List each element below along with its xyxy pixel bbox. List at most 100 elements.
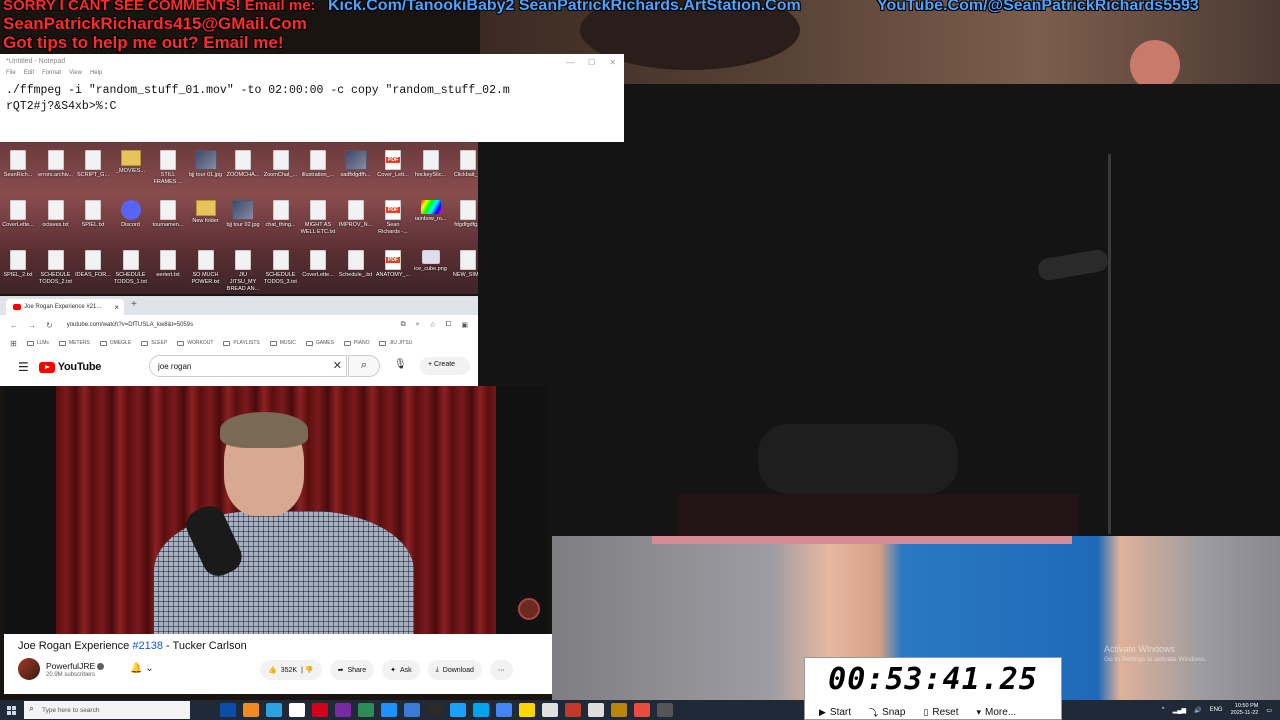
desktop-icon[interactable]: MIGHT AS WELL ETC.txt	[300, 200, 336, 236]
bookmark-folder[interactable]: PIANO	[343, 340, 369, 346]
episode-hashtag[interactable]: #2138	[132, 640, 163, 652]
desktop-icon[interactable]: octaves.txt	[38, 200, 74, 229]
app-icon[interactable]	[404, 703, 420, 717]
profile-icon[interactable]: ▣	[461, 321, 468, 329]
youtube-logo[interactable]: YouTube	[38, 361, 101, 373]
minimize-icon[interactable]: —	[566, 58, 574, 67]
app-icon[interactable]	[565, 703, 581, 717]
taskbar-search-input[interactable]: Type here to search	[24, 701, 190, 719]
desktop-icon[interactable]: ANATOMY_...	[375, 250, 411, 279]
app-icon[interactable]	[473, 703, 489, 717]
desktop-icon[interactable]: errors.archiv...	[38, 150, 74, 179]
new-tab-icon[interactable]: +	[131, 299, 137, 310]
folder-app-icon[interactable]	[611, 703, 627, 717]
desktop-icon[interactable]: ice_cube.png	[413, 250, 449, 273]
record-app-icon[interactable]	[312, 703, 328, 717]
create-button[interactable]: + Create	[420, 357, 470, 375]
terminal-app-icon[interactable]	[220, 703, 236, 717]
menu-format[interactable]: Format	[42, 70, 61, 82]
start-button[interactable]: ▶ Start	[819, 706, 851, 719]
desktop-icon[interactable]: NEW_SIM...	[450, 250, 478, 279]
app-icon[interactable]	[381, 703, 397, 717]
microphone-icon[interactable]: 🎙	[394, 359, 407, 370]
bookmark-folder[interactable]: OMEGLE	[99, 340, 131, 346]
search-button[interactable]: ⌕	[348, 355, 380, 377]
desktop-icon[interactable]: Cover_Lett...	[375, 150, 411, 179]
snap-button[interactable]: ⤵ Snap	[869, 706, 905, 719]
bookmark-star-icon[interactable]: ☆	[429, 321, 435, 329]
tab-youtube[interactable]: Joe Rogan Experience #21... ×	[6, 299, 124, 315]
desktop-icon[interactable]: ZOOMCHA...	[225, 150, 261, 179]
desktop-icon[interactable]: fdgdfgdfg...	[450, 200, 478, 229]
chrome-app-icon[interactable]	[496, 703, 512, 717]
video-player[interactable]	[4, 386, 548, 634]
tray-chevron-icon[interactable]: ^	[1162, 707, 1165, 713]
notepad-window[interactable]: *Untitled - Notepad — ☐ ✕ File Edit Form…	[0, 54, 624, 142]
ask-button[interactable]: ✦ Ask	[382, 660, 420, 680]
bookmark-folder[interactable]: SLEEP	[141, 340, 167, 346]
back-icon[interactable]: ←	[10, 321, 18, 330]
extensions-icon[interactable]: ⧠	[446, 321, 452, 329]
app-icon[interactable]	[519, 703, 535, 717]
notepad-text-line2[interactable]: rQT2#j?&S4xb>%:C	[0, 98, 624, 114]
app-icon[interactable]	[358, 703, 374, 717]
desktop-icon[interactable]: SCHEDULE TODOS_1.txt	[113, 250, 149, 286]
app-icon[interactable]	[427, 703, 443, 717]
notepad-text-line1[interactable]: ./ffmpeg -i "random_stuff_01.mov" -to 02…	[0, 82, 624, 98]
desktop-icon[interactable]: JIU JITSU_MY BREAD AN...	[225, 250, 261, 293]
app-icon[interactable]	[588, 703, 604, 717]
forward-icon[interactable]: →	[28, 321, 36, 330]
desktop-icon[interactable]: IDEAS_FOR...	[75, 250, 111, 279]
maximize-icon[interactable]: ☐	[588, 58, 595, 67]
apps-grid-icon[interactable]: ⊞	[10, 339, 17, 348]
desktop-icon[interactable]: rainbow_ro...	[413, 200, 449, 223]
desktop-icon[interactable]: bjj tour 01.jpg	[188, 150, 224, 179]
desktop-icon[interactable]: sadfsfgdfh...	[338, 150, 374, 179]
desktop-icon[interactable]: SCRIPT_G...	[75, 150, 111, 179]
volume-icon[interactable]: 🔊	[1194, 707, 1201, 714]
bookmark-folder[interactable]: METERS	[58, 340, 90, 346]
desktop-icon[interactable]: SCHEDULE TODOS_3.txt	[263, 250, 299, 286]
install-icon[interactable]: ⧉	[401, 321, 406, 329]
desktop-icon[interactable]: Sean Richards -...	[375, 200, 411, 236]
desktop-icon[interactable]: IMPROV_N...	[338, 200, 374, 229]
download-button[interactable]: ⤓ Download	[427, 660, 482, 680]
menu-help[interactable]: Help	[90, 70, 102, 82]
premiere-app-icon[interactable]	[335, 703, 351, 717]
reload-icon[interactable]: ↻	[46, 321, 53, 330]
menu-edit[interactable]: Edit	[24, 70, 34, 82]
desktop-icon[interactable]: ZoomChat_...	[263, 150, 299, 179]
desktop-icon[interactable]: chat_thing...	[263, 200, 299, 229]
app-icon[interactable]	[657, 703, 673, 717]
desktop-icon[interactable]: SO MUCH POWER.txt	[188, 250, 224, 286]
bookmark-folder[interactable]: JIU JITSU	[379, 340, 412, 346]
search-input[interactable]: joe rogan ✕	[149, 355, 347, 377]
language-indicator[interactable]: ENG	[1210, 707, 1223, 713]
notification-bell-icon[interactable]: 🔔 ⌄	[130, 663, 154, 674]
url-field[interactable]: youtube.com/watch?v=DfTUSLA_kw8&t=5059s	[67, 322, 391, 328]
bookmark-folder[interactable]: MUSIC	[269, 340, 296, 346]
bookmark-folder[interactable]: LLMs	[26, 340, 49, 346]
bookmark-folder[interactable]: PLAYLISTS	[223, 340, 260, 346]
reset-button[interactable]: ▯ Reset	[923, 706, 958, 719]
zoom-icon[interactable]: ⌕	[416, 321, 420, 329]
desktop-icon[interactable]: illustration_...	[300, 150, 336, 179]
more-actions-button[interactable]: ⋯	[489, 660, 513, 680]
desktop-icon[interactable]: SPIEL_2.txt	[0, 250, 36, 279]
close-icon[interactable]: ✕	[609, 58, 616, 67]
desktop-icon[interactable]: _MOVIES...	[113, 150, 149, 175]
desktop-icon[interactable]: Clickbait_...	[450, 150, 478, 179]
desktop-icon[interactable]: tournamen...	[150, 200, 186, 229]
more-button[interactable]: ▾ More...	[977, 706, 1017, 719]
photoshop-app-icon[interactable]	[450, 703, 466, 717]
desktop-icon[interactable]: hockeyStic...	[413, 150, 449, 179]
desktop-icon[interactable]: CoverLette...	[0, 200, 36, 229]
start-button[interactable]	[0, 700, 22, 720]
desktop-icon[interactable]: Discord	[113, 200, 149, 229]
app-icon[interactable]	[542, 703, 558, 717]
bookmark-folder[interactable]: WORKOUT	[177, 340, 213, 346]
thumbs-down-icon[interactable]: | 👎	[301, 666, 313, 674]
desktop-icon[interactable]: New folder	[188, 200, 224, 225]
desktop-icon[interactable]: Schedule_.txt	[338, 250, 374, 279]
desktop-icon[interactable]: CoverLette...	[300, 250, 336, 279]
